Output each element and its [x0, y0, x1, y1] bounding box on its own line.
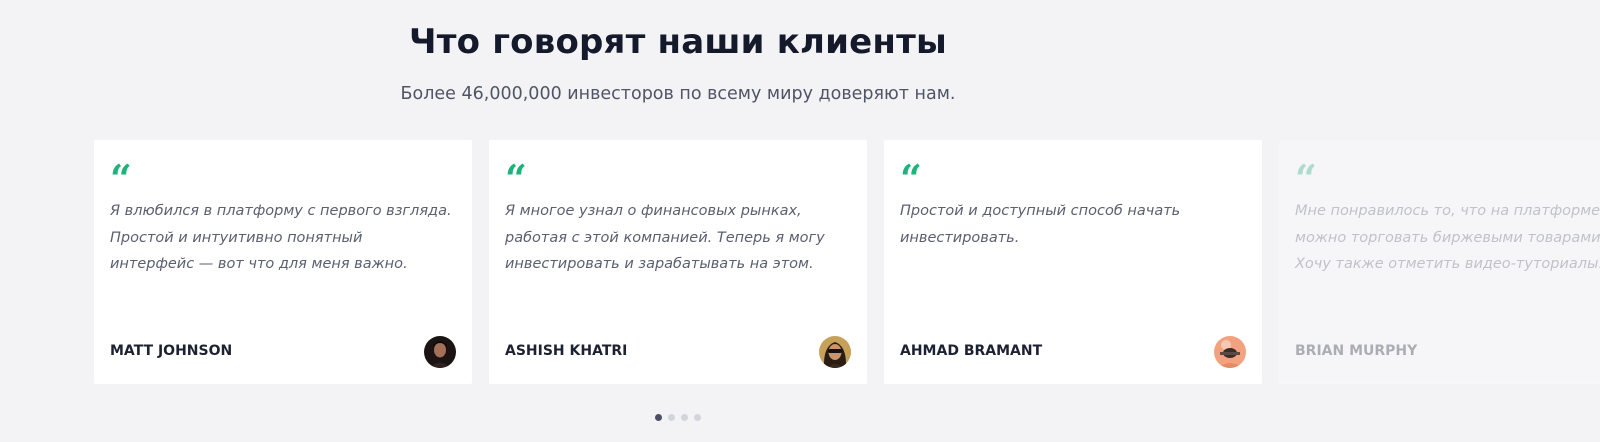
quote-icon: “	[1295, 156, 1317, 201]
slider-pagination	[655, 414, 701, 421]
testimonial-quote: Я многое узнал о финансовых рынках, рабо…	[505, 203, 825, 272]
testimonial-author: MATT JOHNSON	[110, 343, 233, 359]
quote-icon: “	[110, 156, 132, 201]
quote-icon: “	[900, 156, 922, 201]
testimonial-author: BRIAN MURPHY	[1295, 343, 1418, 359]
testimonial-card: “ Я влюбился в платформу с первого взгля…	[94, 140, 472, 384]
quote-icon: “	[505, 156, 527, 201]
section-title: Что говорят наши клиенты	[409, 22, 947, 62]
testimonial-quote: Я влюбился в платформу с первого взгляда…	[110, 203, 452, 272]
testimonial-card: “ Я многое узнал о финансовых рынках, ра…	[489, 140, 867, 384]
testimonial-card: “ Мне понравилось то, что на платформе м…	[1279, 140, 1600, 384]
avatar	[819, 336, 851, 368]
testimonial-card: “ Простой и доступный способ начать инве…	[884, 140, 1262, 384]
pagination-dot-3[interactable]	[681, 414, 688, 421]
testimonial-author: AHMAD BRAMANT	[900, 343, 1043, 359]
avatar	[424, 336, 456, 368]
pagination-dot-1[interactable]	[655, 414, 662, 421]
avatar-man-dark-hair-icon	[424, 336, 456, 368]
pagination-dot-2[interactable]	[668, 414, 675, 421]
section-subtitle: Более 46,000,000 инвесторов по всему мир…	[400, 84, 956, 104]
avatar	[1214, 336, 1246, 368]
avatar-person-sunglasses-icon	[819, 336, 851, 368]
testimonial-author: ASHISH KHATRI	[505, 343, 628, 359]
testimonial-slider[interactable]: “ Я влюбился в платформу с первого взгля…	[0, 0, 1600, 442]
avatar-person-orange-icon	[1214, 336, 1246, 368]
testimonial-quote: Мне понравилось то, что на платформе мож…	[1295, 203, 1600, 272]
pagination-dot-4[interactable]	[694, 414, 701, 421]
testimonial-quote: Простой и доступный способ начать инвест…	[900, 203, 1181, 246]
